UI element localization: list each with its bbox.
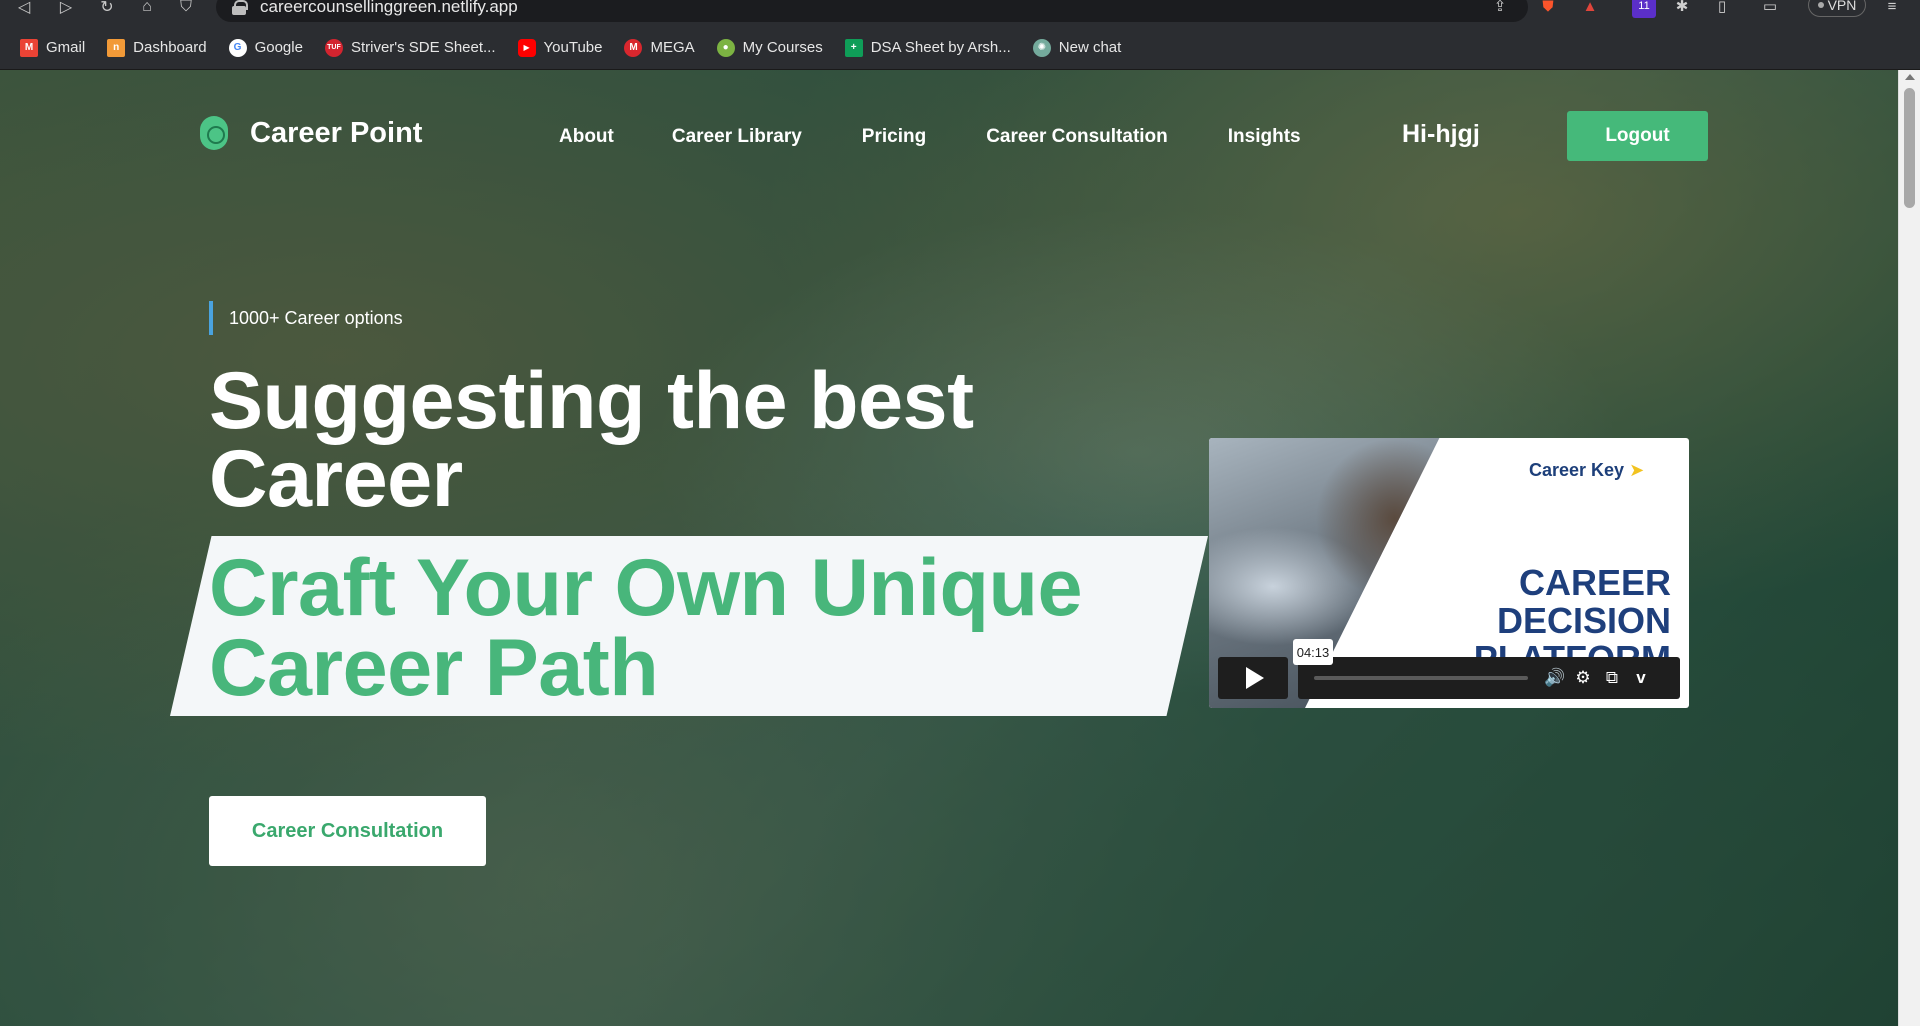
share-icon[interactable]: ⇪ [1488, 0, 1512, 18]
career-consultation-button[interactable]: Career Consultation [209, 796, 486, 866]
brave-rewards-icon[interactable]: ▲ [1578, 0, 1602, 18]
bookmark-google[interactable]: G Google [228, 38, 303, 57]
bookmark-gmail[interactable]: M Gmail [20, 38, 85, 57]
brave-shield-icon[interactable]: ⛊ [1536, 0, 1560, 18]
bookmark-my-courses[interactable]: ● My Courses [716, 38, 823, 57]
video-player[interactable]: Career Key ➤ CAREER DECISION PLATFORM 🔊 … [1209, 438, 1689, 708]
home-icon[interactable]: ⌂ [133, 0, 161, 18]
hero-highlight: Craft Your Own Unique Career Path [209, 543, 1083, 713]
google-icon: G [228, 38, 247, 57]
menu-icon[interactable]: ≡ [1880, 0, 1904, 18]
bookmark-dsa-sheet[interactable]: + DSA Sheet by Arsh... [844, 38, 1011, 57]
nav-pricing[interactable]: Pricing [862, 126, 926, 148]
video-progress-bar[interactable] [1314, 676, 1528, 680]
dashboard-icon: n [107, 38, 126, 57]
scrollbar-thumb[interactable] [1904, 88, 1915, 208]
hero-section: Career Point About Career Library Pricin… [0, 70, 1898, 1026]
play-icon [1246, 667, 1264, 689]
striver-icon: TUF [324, 38, 343, 57]
nav-career-consultation[interactable]: Career Consultation [986, 126, 1168, 148]
brand-logo[interactable]: Career Point [200, 116, 422, 150]
youtube-icon: ▶ [517, 38, 536, 57]
video-brand: Career Key ➤ [1529, 460, 1645, 480]
video-controls: 🔊 ⚙ ⧉ v [1218, 657, 1680, 699]
picture-in-picture-icon[interactable]: ⧉ [1601, 668, 1623, 688]
courses-icon: ● [716, 38, 735, 57]
reload-icon[interactable]: ↻ [93, 0, 121, 18]
lock-icon [232, 0, 248, 15]
gmail-icon: M [20, 38, 38, 57]
video-timecode: 04:13 [1293, 639, 1333, 665]
extension-badge-icon[interactable]: 11 [1632, 0, 1656, 18]
logout-button[interactable]: Logout [1567, 111, 1708, 161]
video-control-bar: 🔊 ⚙ ⧉ v [1298, 657, 1680, 699]
browser-toolbar: ◁ ▷ ↻ ⌂ ⛉ careercounsellinggreen.netlify… [0, 0, 1920, 26]
forward-icon[interactable]: ▷ [52, 0, 80, 18]
settings-icon[interactable]: ⚙ [1572, 668, 1594, 688]
bookmarks-bar: M Gmail n Dashboard G Google TUF Striver's S… [0, 26, 1920, 70]
volume-icon[interactable]: 🔊 [1544, 668, 1566, 688]
vpn-button[interactable]: VPN [1808, 0, 1866, 17]
wallet-icon[interactable]: ▭ [1758, 0, 1782, 18]
extensions-icon[interactable]: ✱ [1670, 0, 1694, 18]
scroll-up-icon[interactable] [1905, 74, 1915, 80]
user-greeting: Hi-hjgj [1402, 120, 1480, 148]
page-scrollbar[interactable] [1898, 70, 1920, 1026]
nav-insights[interactable]: Insights [1228, 126, 1301, 148]
address-bar[interactable]: careercounsellinggreen.netlify.app [216, 0, 1528, 22]
chatgpt-icon: ✺ [1032, 38, 1051, 57]
hero-title: Suggesting the best Career [209, 356, 974, 524]
url-text: careercounsellinggreen.netlify.app [260, 0, 518, 16]
brand-name: Career Point [250, 116, 423, 149]
back-icon[interactable]: ◁ [10, 0, 38, 18]
bookmark-dashboard[interactable]: n Dashboard [107, 38, 207, 57]
bookmark-icon[interactable]: ⛉ [172, 0, 200, 18]
vimeo-icon[interactable]: v [1630, 668, 1652, 688]
play-button[interactable] [1218, 657, 1288, 699]
bookmark-striver[interactable]: TUF Striver's SDE Sheet... [324, 38, 496, 57]
bookmark-new-chat[interactable]: ✺ New chat [1032, 38, 1121, 57]
career-key-logo-icon: ➤ [1629, 460, 1645, 480]
nav-about[interactable]: About [559, 126, 614, 148]
sheets-icon: + [844, 38, 863, 57]
eyebrow-text: 1000+ Career options [209, 301, 403, 335]
sidebar-icon[interactable]: ▯ [1710, 0, 1734, 18]
nav-career-library[interactable]: Career Library [672, 126, 802, 148]
logo-icon [200, 116, 228, 150]
main-nav: About Career Library Pricing Career Cons… [559, 126, 1301, 148]
bookmark-mega[interactable]: M MEGA [624, 38, 695, 57]
bookmark-youtube[interactable]: ▶ YouTube [517, 38, 602, 57]
mega-icon: M [624, 38, 643, 57]
